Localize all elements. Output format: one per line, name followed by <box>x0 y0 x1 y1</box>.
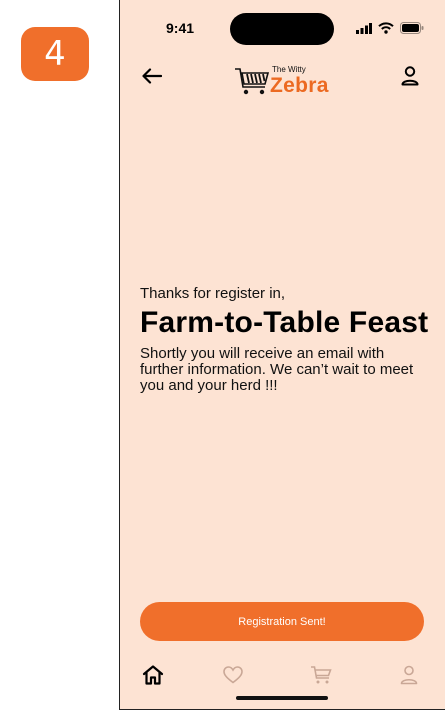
event-title: Farm-to-Table Feast <box>140 306 429 339</box>
logo-brand-text: Zebra <box>270 74 329 97</box>
app-header: The Witty Zebra <box>120 60 445 104</box>
thanks-text: Thanks for register in, <box>140 285 286 302</box>
battery-icon <box>400 22 424 34</box>
confirmation-message: Shortly you will receive an email with f… <box>140 345 414 394</box>
status-bar: 9:41 <box>120 0 445 60</box>
tab-profile[interactable] <box>396 662 422 688</box>
back-button[interactable] <box>140 64 164 88</box>
user-icon <box>400 665 418 685</box>
logo-small-text: The Witty <box>272 65 306 74</box>
arrow-left-icon <box>142 68 162 84</box>
heart-icon <box>223 666 243 684</box>
status-icons <box>356 22 424 34</box>
tab-favorites[interactable] <box>220 662 246 688</box>
step-number-badge: 4 <box>21 27 89 81</box>
home-icon <box>142 665 164 685</box>
app-logo: The Witty Zebra <box>234 62 334 98</box>
tab-cart[interactable] <box>308 662 334 688</box>
phone-screen: 9:41 The Witty Zebra Thanks for register… <box>119 0 445 710</box>
signal-icon <box>356 22 372 34</box>
user-icon <box>401 66 419 86</box>
dynamic-island <box>230 13 334 45</box>
cart-icon <box>311 666 332 684</box>
bottom-tab-bar <box>120 635 445 695</box>
wifi-icon <box>378 22 394 34</box>
confirmation-content: Thanks for register in, Farm-to-Table Fe… <box>140 285 430 394</box>
shopping-cart-icon <box>235 68 270 95</box>
profile-button[interactable] <box>397 63 423 89</box>
home-indicator <box>236 696 328 700</box>
tab-home[interactable] <box>140 662 166 688</box>
status-time: 9:41 <box>166 20 195 36</box>
